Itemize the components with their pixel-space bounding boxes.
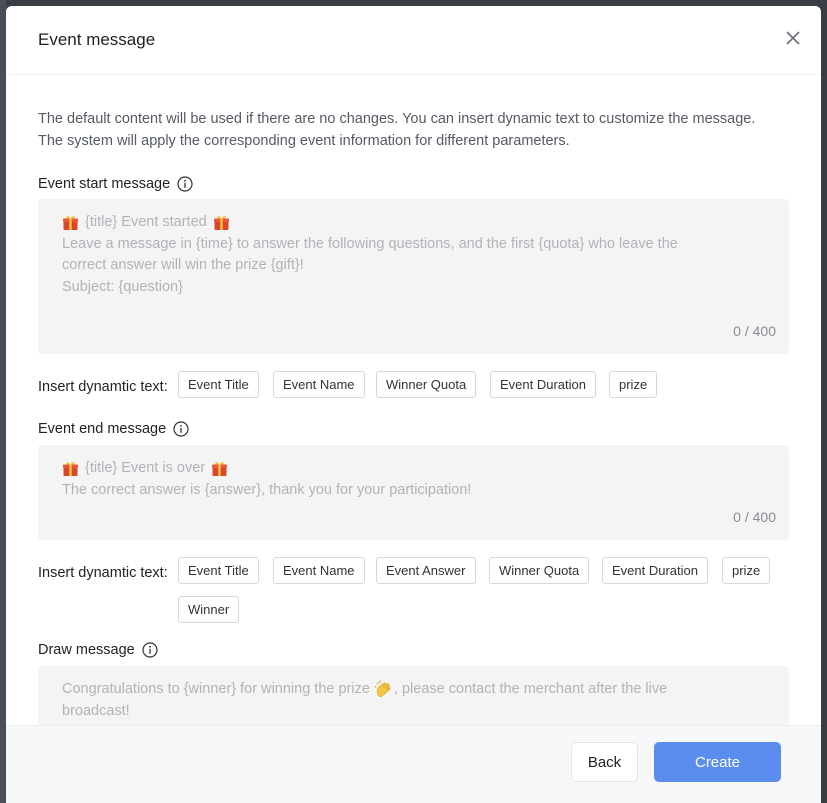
event-message-dialog: Event message The default content will b…	[6, 6, 821, 803]
dialog-header: Event message	[6, 6, 821, 75]
end-line-1-text: {title} Event is over	[85, 460, 206, 476]
chip-event-name[interactable]: Event Name	[273, 371, 365, 398]
insert-dynamic-text-label: Insert dynamtic text:	[38, 565, 168, 581]
draw-line-2: broadcast!	[62, 702, 130, 719]
end-line-1: {title} Event is over	[62, 458, 765, 480]
start-line-2: Leave a message in {time} to answer the …	[62, 235, 678, 252]
chip-prize[interactable]: prize	[722, 557, 771, 584]
close-icon[interactable]	[785, 30, 801, 46]
draw-message-label-text: Draw message	[38, 642, 135, 658]
draw-line-1-after: , please contact the merchant after the …	[393, 681, 668, 697]
character-counter: 0 / 400	[733, 508, 776, 525]
chip-winner-quota[interactable]: Winner Quota	[489, 557, 590, 584]
draw-message-label: Draw message	[38, 642, 158, 658]
end-line-2: The correct answer is {answer}, thank yo…	[62, 481, 472, 498]
chip-prize[interactable]: prize	[609, 371, 658, 398]
start-line-4: Subject: {question}	[62, 278, 183, 295]
chip-winner-quota[interactable]: Winner Quota	[376, 371, 477, 398]
intro-text: The default content will be used if ther…	[38, 111, 756, 149]
character-counter: 0 / 400	[733, 322, 776, 339]
draw-message-textarea[interactable]: Congratulations to {winner} for winning …	[38, 666, 789, 725]
chip-winner[interactable]: Winner	[178, 596, 240, 623]
chip-event-duration[interactable]: Event Duration	[490, 371, 596, 398]
chip-event-answer[interactable]: Event Answer	[376, 557, 476, 584]
insert-dynamic-text-label: Insert dynamtic text:	[38, 379, 168, 395]
start-line-1: {title} Event started	[62, 212, 765, 234]
draw-line-1-before: Congratulations to {winner} for winning …	[62, 681, 374, 697]
dialog-body[interactable]: The default content will be used if ther…	[6, 75, 821, 725]
clapping-hands-emoji-icon	[374, 680, 391, 697]
draw-line-1: Congratulations to {winner} for winning …	[62, 679, 765, 701]
event-end-label: Event end message	[38, 421, 189, 437]
gift-emoji-icon	[212, 462, 228, 477]
chip-event-title[interactable]: Event Title	[178, 557, 259, 584]
chip-event-duration[interactable]: Event Duration	[602, 557, 708, 584]
start-line-1-text: {title} Event started	[85, 214, 207, 230]
gift-emoji-icon	[213, 216, 229, 231]
chip-event-title[interactable]: Event Title	[178, 371, 259, 398]
event-start-label-text: Event start message	[38, 176, 171, 192]
info-circle-icon[interactable]	[177, 176, 193, 192]
info-circle-icon[interactable]	[142, 642, 158, 658]
event-start-label: Event start message	[38, 176, 193, 192]
event-end-label-text: Event end message	[38, 421, 167, 437]
dialog-footer: Back Create	[6, 725, 821, 803]
create-button[interactable]: Create	[654, 742, 781, 782]
back-button[interactable]: Back	[571, 742, 638, 782]
gift-emoji-icon	[63, 462, 78, 477]
dialog-title: Event message	[38, 30, 156, 49]
start-line-3: correct answer will win the prize {gift}…	[62, 257, 304, 273]
chip-event-name[interactable]: Event Name	[273, 557, 365, 584]
info-circle-icon[interactable]	[173, 421, 189, 437]
gift-emoji-icon	[63, 216, 78, 231]
event-start-message-textarea[interactable]: {title} Event started Leave a message in…	[38, 199, 789, 354]
event-end-message-textarea[interactable]: {title} Event is over The correct answer…	[38, 445, 789, 540]
